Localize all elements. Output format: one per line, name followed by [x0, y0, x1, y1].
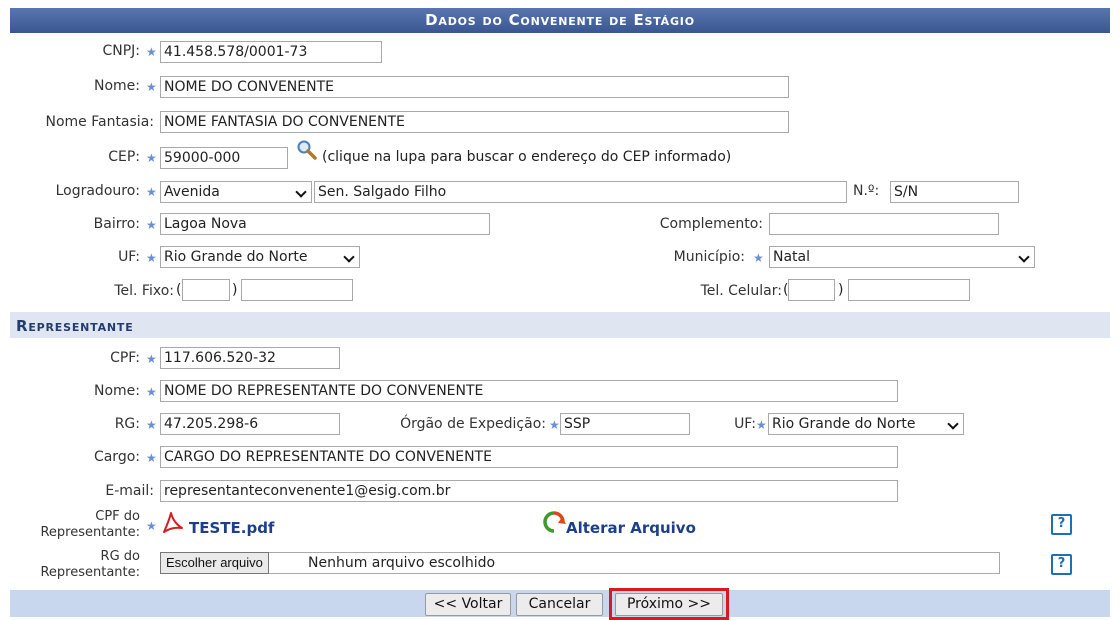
cpf-doc-label-line1: CPF do	[95, 509, 140, 524]
required-star-icon: ★	[146, 451, 157, 465]
tel-fixo-label: Tel. Fixo:	[114, 283, 174, 299]
help-icon[interactable]: ?	[1051, 554, 1072, 575]
rg-doc-label-line2: Representante:	[40, 565, 140, 580]
email-input[interactable]: representanteconvenente1@esig.com.br	[160, 480, 898, 502]
rg-doc-file-input[interactable]	[160, 552, 1000, 574]
rg-doc-label-line1: RG do	[100, 549, 140, 564]
cpf-doc-file-link[interactable]: TESTE.pdf	[189, 519, 274, 537]
bairro-input[interactable]: Lagoa Nova	[160, 213, 490, 235]
tel-celular-label: Tel. Celular:	[700, 283, 782, 299]
uf-representante-label: UF:	[734, 416, 756, 432]
nome-fantasia-label: Nome Fantasia:	[45, 114, 154, 130]
choose-file-button[interactable]: Escolher arquivo	[160, 552, 269, 574]
complemento-input[interactable]	[769, 213, 999, 235]
municipio-select[interactable]: Natal	[769, 246, 1035, 268]
required-star-icon: ★	[549, 418, 560, 432]
tel-celular-input[interactable]	[848, 279, 970, 301]
cpf-label: CPF:	[110, 350, 140, 366]
required-star-icon: ★	[146, 80, 157, 94]
tel-celular-ddd-input[interactable]	[788, 279, 835, 301]
nome-input[interactable]: NOME DO CONVENENTE	[160, 76, 789, 98]
refresh-file-icon[interactable]	[542, 510, 566, 534]
required-star-icon: ★	[146, 185, 157, 199]
cep-label: CEP:	[108, 149, 140, 165]
cancelar-button[interactable]: Cancelar	[516, 593, 603, 616]
cargo-label: Cargo:	[93, 449, 140, 465]
no-file-chosen-text: Nenhum arquivo escolhido	[308, 555, 496, 571]
required-star-icon: ★	[146, 151, 157, 165]
representante-section-title: Representante	[10, 312, 1110, 338]
complemento-label: Complemento:	[659, 216, 763, 232]
uf-select[interactable]: Rio Grande do Norte	[160, 246, 360, 268]
logradouro-input[interactable]: Sen. Salgado Filho	[314, 181, 847, 203]
tel-fixo-ddd-input[interactable]	[182, 279, 230, 301]
tel-fixo-paren-open: (	[176, 282, 182, 298]
voltar-button[interactable]: << Voltar	[425, 593, 511, 616]
required-star-icon: ★	[146, 251, 157, 265]
municipio-label: Município:	[673, 249, 745, 265]
magnifier-search-icon[interactable]	[296, 139, 318, 161]
numero-input[interactable]: S/N	[890, 181, 1019, 203]
required-star-icon: ★	[756, 418, 767, 432]
cnpj-input[interactable]: 41.458.578/0001-73	[160, 41, 382, 63]
highlight-box	[609, 588, 729, 620]
bairro-label: Bairro:	[93, 216, 140, 232]
nome-label: Nome:	[93, 78, 140, 94]
form-title: Dados do Convenente de Estágio	[10, 8, 1110, 33]
nome-representante-input[interactable]: NOME DO REPRESENTANTE DO CONVENENTE	[160, 380, 898, 402]
tel-celular-paren-close: )	[838, 282, 844, 298]
nome-representante-label: Nome:	[93, 383, 140, 399]
cpf-input[interactable]: 117.606.520-32	[160, 347, 340, 369]
nome-fantasia-input[interactable]: NOME FANTASIA DO CONVENENTE	[160, 111, 789, 133]
numero-label: N.º:	[853, 183, 880, 199]
required-star-icon: ★	[146, 45, 157, 59]
rg-input[interactable]: 47.205.298-6	[160, 413, 340, 435]
uf-label: UF:	[118, 249, 140, 265]
required-star-icon: ★	[146, 385, 157, 399]
help-icon[interactable]: ?	[1051, 514, 1072, 535]
cargo-input[interactable]: CARGO DO REPRESENTANTE DO CONVENENTE	[160, 446, 898, 468]
orgao-expedicao-input[interactable]: SSP	[560, 413, 690, 435]
email-label: E-mail:	[105, 483, 154, 499]
required-star-icon: ★	[146, 218, 157, 232]
tel-fixo-input[interactable]	[241, 279, 353, 301]
cep-hint: (clique na lupa para buscar o endereço d…	[322, 149, 732, 165]
cep-input[interactable]: 59000-000	[160, 147, 288, 169]
required-star-icon: ★	[146, 352, 157, 366]
uf-representante-select[interactable]: Rio Grande do Norte	[768, 413, 964, 435]
required-star-icon: ★	[146, 418, 157, 432]
alterar-arquivo-link[interactable]: Alterar Arquivo	[566, 519, 696, 537]
cnpj-label: CNPJ:	[102, 43, 140, 59]
pdf-file-icon	[160, 511, 186, 535]
required-star-icon: ★	[146, 519, 157, 533]
orgao-expedicao-label: Órgão de Expedição:	[400, 416, 546, 432]
logradouro-tipo-select[interactable]: Avenida	[160, 181, 312, 203]
tel-fixo-paren-close: )	[232, 282, 238, 298]
required-star-icon: ★	[753, 251, 764, 265]
logradouro-label: Logradouro:	[55, 183, 140, 199]
cpf-doc-label-line2: Representante:	[40, 525, 140, 540]
rg-label: RG:	[114, 416, 140, 432]
